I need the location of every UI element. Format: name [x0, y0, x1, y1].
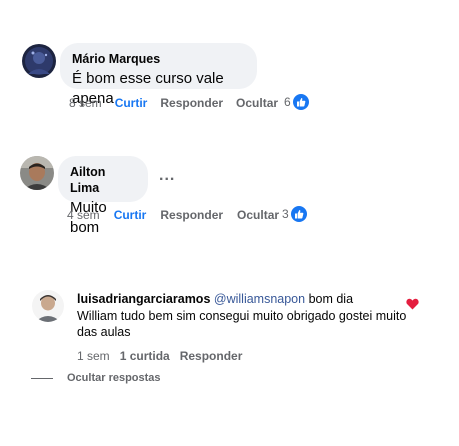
reply-body: luisadriangarciaramos @williamsnapon bom…	[77, 291, 407, 341]
reply-button[interactable]: Responder	[160, 208, 223, 222]
comment-actions: 4 sem Curtir Responder Ocultar	[67, 208, 279, 222]
more-options-icon[interactable]: ...	[159, 167, 175, 185]
divider	[31, 378, 53, 379]
avatar[interactable]	[22, 44, 56, 78]
reply-author[interactable]: luisadriangarciaramos	[77, 292, 210, 306]
avatar[interactable]	[32, 290, 64, 322]
like-button[interactable]: Curtir	[115, 96, 148, 110]
reply-text-first: bom dia	[305, 292, 354, 306]
comment-bubble: Mário Marques É bom esse curso vale apen…	[60, 43, 257, 107]
reaction-summary[interactable]: 6	[284, 94, 309, 110]
thumbs-up-icon	[292, 94, 309, 110]
reply-likes[interactable]: 1 curtida	[120, 349, 170, 363]
reply-text: William tudo bem sim consegui muito obri…	[77, 308, 407, 340]
reply-button[interactable]: Responder	[160, 96, 223, 110]
heart-icon[interactable]	[406, 297, 419, 310]
reply-actions: 1 sem 1 curtida Responder	[77, 349, 242, 363]
mention-link[interactable]: @williamsnapon	[214, 292, 305, 306]
reply-time[interactable]: 1 sem	[77, 349, 110, 363]
comment-bubble: Ailton Lima Muito bom	[58, 156, 148, 236]
hide-button[interactable]: Ocultar	[236, 96, 278, 110]
hide-replies-link[interactable]: Ocultar respostas	[67, 372, 161, 384]
comment-time[interactable]: 8 sem	[69, 96, 102, 110]
reaction-summary[interactable]: 3	[282, 206, 307, 222]
comment-author[interactable]: Mário Marques	[72, 51, 245, 67]
reaction-count: 3	[282, 207, 289, 221]
reply-button[interactable]: Responder	[180, 349, 243, 363]
reaction-count: 6	[284, 95, 291, 109]
comment-actions: 8 sem Curtir Responder Ocultar	[69, 96, 278, 110]
hide-button[interactable]: Ocultar	[237, 208, 279, 222]
thumbs-up-icon	[290, 206, 307, 222]
comment-author[interactable]: Ailton Lima	[70, 164, 136, 196]
like-button[interactable]: Curtir	[114, 208, 147, 222]
comment-time[interactable]: 4 sem	[67, 208, 100, 222]
avatar[interactable]	[20, 156, 54, 190]
